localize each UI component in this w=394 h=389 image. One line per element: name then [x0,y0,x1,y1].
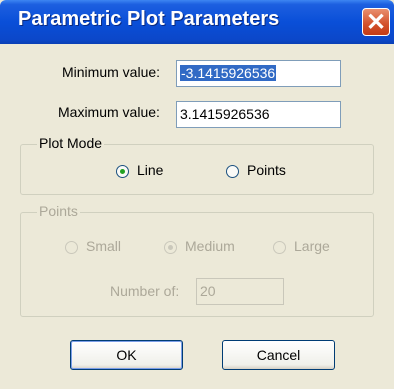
number-of-value: 20 [200,283,216,299]
number-of-input[interactable]: 20 [196,278,284,305]
dialog-window: Parametric Plot Parameters ✕ Minimum val… [0,0,394,389]
points-large-label: Large [294,238,330,254]
plot-mode-points-label[interactable]: Points [247,162,286,178]
points-medium-radio[interactable] [164,241,177,254]
cancel-button[interactable]: Cancel [222,340,335,370]
points-medium-label: Medium [185,238,235,254]
points-small-radio[interactable] [65,241,78,254]
points-large-radio[interactable] [273,241,286,254]
points-legend: Points [37,203,80,219]
number-of-label: Number of: [110,283,180,299]
max-value-text: 3.1415926536 [180,106,270,122]
max-value-input[interactable]: 3.1415926536 [176,101,341,128]
close-icon: ✕ [365,9,387,36]
min-value-text: -3.1415926536 [180,65,277,81]
min-value-label: Minimum value: [62,64,161,80]
points-small-label: Small [86,238,122,254]
window-title: Parametric Plot Parameters [18,8,280,30]
plot-mode-points-radio[interactable] [226,165,239,178]
close-button[interactable]: ✕ [362,8,390,36]
plot-mode-group [20,144,374,195]
ok-button[interactable]: OK [70,340,183,370]
plot-mode-legend: Plot Mode [37,135,105,151]
max-value-label: Maximum value: [58,104,160,120]
plot-mode-line-label[interactable]: Line [137,162,163,178]
plot-mode-line-radio[interactable] [116,165,129,178]
min-value-input[interactable]: -3.1415926536 [176,60,341,87]
title-bar[interactable]: Parametric Plot Parameters ✕ [0,0,394,44]
